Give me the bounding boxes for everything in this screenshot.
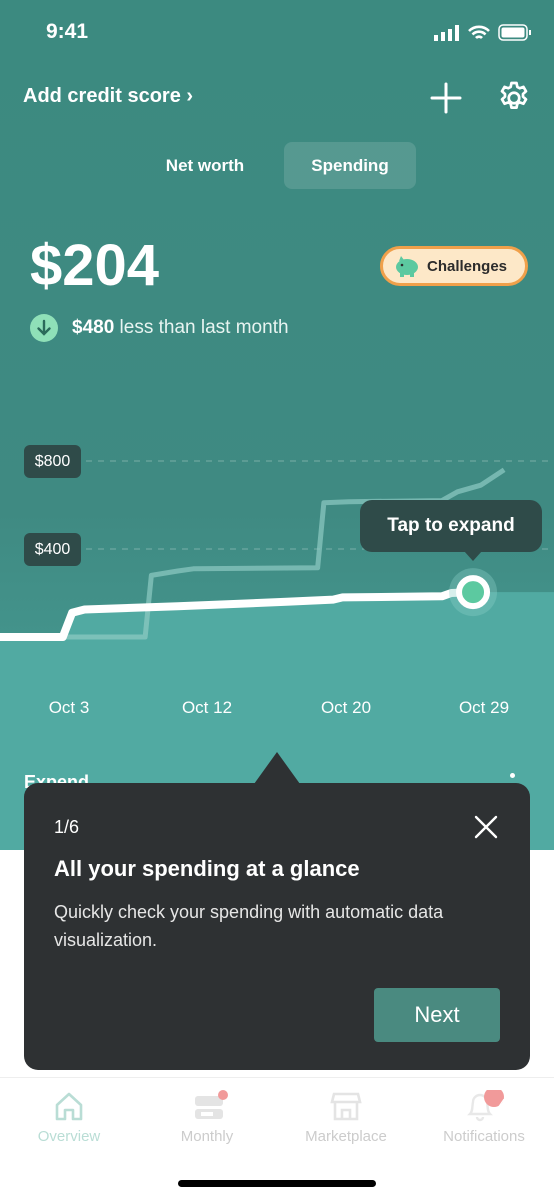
battery-icon bbox=[498, 24, 531, 41]
home-icon bbox=[55, 1092, 83, 1121]
more-icon[interactable] bbox=[510, 773, 515, 778]
add-credit-score-link[interactable]: Add credit score › bbox=[23, 85, 193, 108]
notification-badge: 4 bbox=[498, 1097, 507, 1114]
spending-delta: $480 less than last month bbox=[30, 314, 289, 342]
tooltip-arrow bbox=[464, 551, 482, 561]
monthly-icon bbox=[195, 1090, 228, 1119]
tab-net-worth[interactable]: Net worth bbox=[145, 142, 265, 189]
coach-body: Quickly check your spending with automat… bbox=[54, 902, 444, 950]
x-tick-label: Oct 29 bbox=[458, 698, 510, 717]
current-point-marker bbox=[456, 575, 491, 610]
nav-notifications[interactable]: 4 Notifications bbox=[415, 1090, 553, 1145]
y-tick-label: $800 bbox=[24, 445, 81, 478]
tap-to-expand-tooltip[interactable]: Tap to expand bbox=[360, 500, 542, 552]
x-tick-label: Oct 20 bbox=[320, 698, 372, 717]
delta-amount: $480 bbox=[72, 317, 115, 338]
next-button[interactable]: Next bbox=[374, 988, 500, 1042]
store-icon bbox=[330, 1092, 362, 1121]
coach-mark-popup: 1/6 All your spending at a glance Quickl… bbox=[24, 783, 530, 1070]
delta-text: less than last month bbox=[114, 317, 289, 338]
coach-step: 1/6 bbox=[54, 817, 80, 837]
nav-marketplace[interactable]: Marketplace bbox=[277, 1090, 415, 1145]
challenges-button[interactable]: Challenges bbox=[380, 246, 528, 286]
x-tick-label: Oct 3 bbox=[48, 698, 90, 717]
challenges-label: Challenges bbox=[427, 257, 508, 275]
arrow-down-icon bbox=[30, 314, 58, 342]
y-tick-label: $400 bbox=[24, 533, 81, 566]
wifi-icon bbox=[468, 25, 490, 39]
x-tick-label: Oct 12 bbox=[181, 698, 233, 717]
status-icons bbox=[434, 24, 532, 41]
plus-icon[interactable] bbox=[430, 82, 462, 114]
coach-title: All your spending at a glance bbox=[54, 856, 360, 881]
nav-overview[interactable]: Overview bbox=[0, 1090, 138, 1145]
close-icon[interactable] bbox=[474, 815, 498, 839]
nav-monthly[interactable]: Monthly bbox=[138, 1090, 276, 1145]
tab-spending[interactable]: Spending bbox=[284, 142, 416, 189]
gear-icon[interactable] bbox=[496, 80, 532, 116]
coach-arrow bbox=[254, 752, 300, 784]
spending-amount: $204 bbox=[30, 233, 160, 298]
piggy-bank-icon bbox=[396, 256, 418, 277]
signal-icon bbox=[434, 24, 459, 41]
status-time: 9:41 bbox=[46, 20, 89, 43]
home-indicator bbox=[178, 1180, 376, 1187]
